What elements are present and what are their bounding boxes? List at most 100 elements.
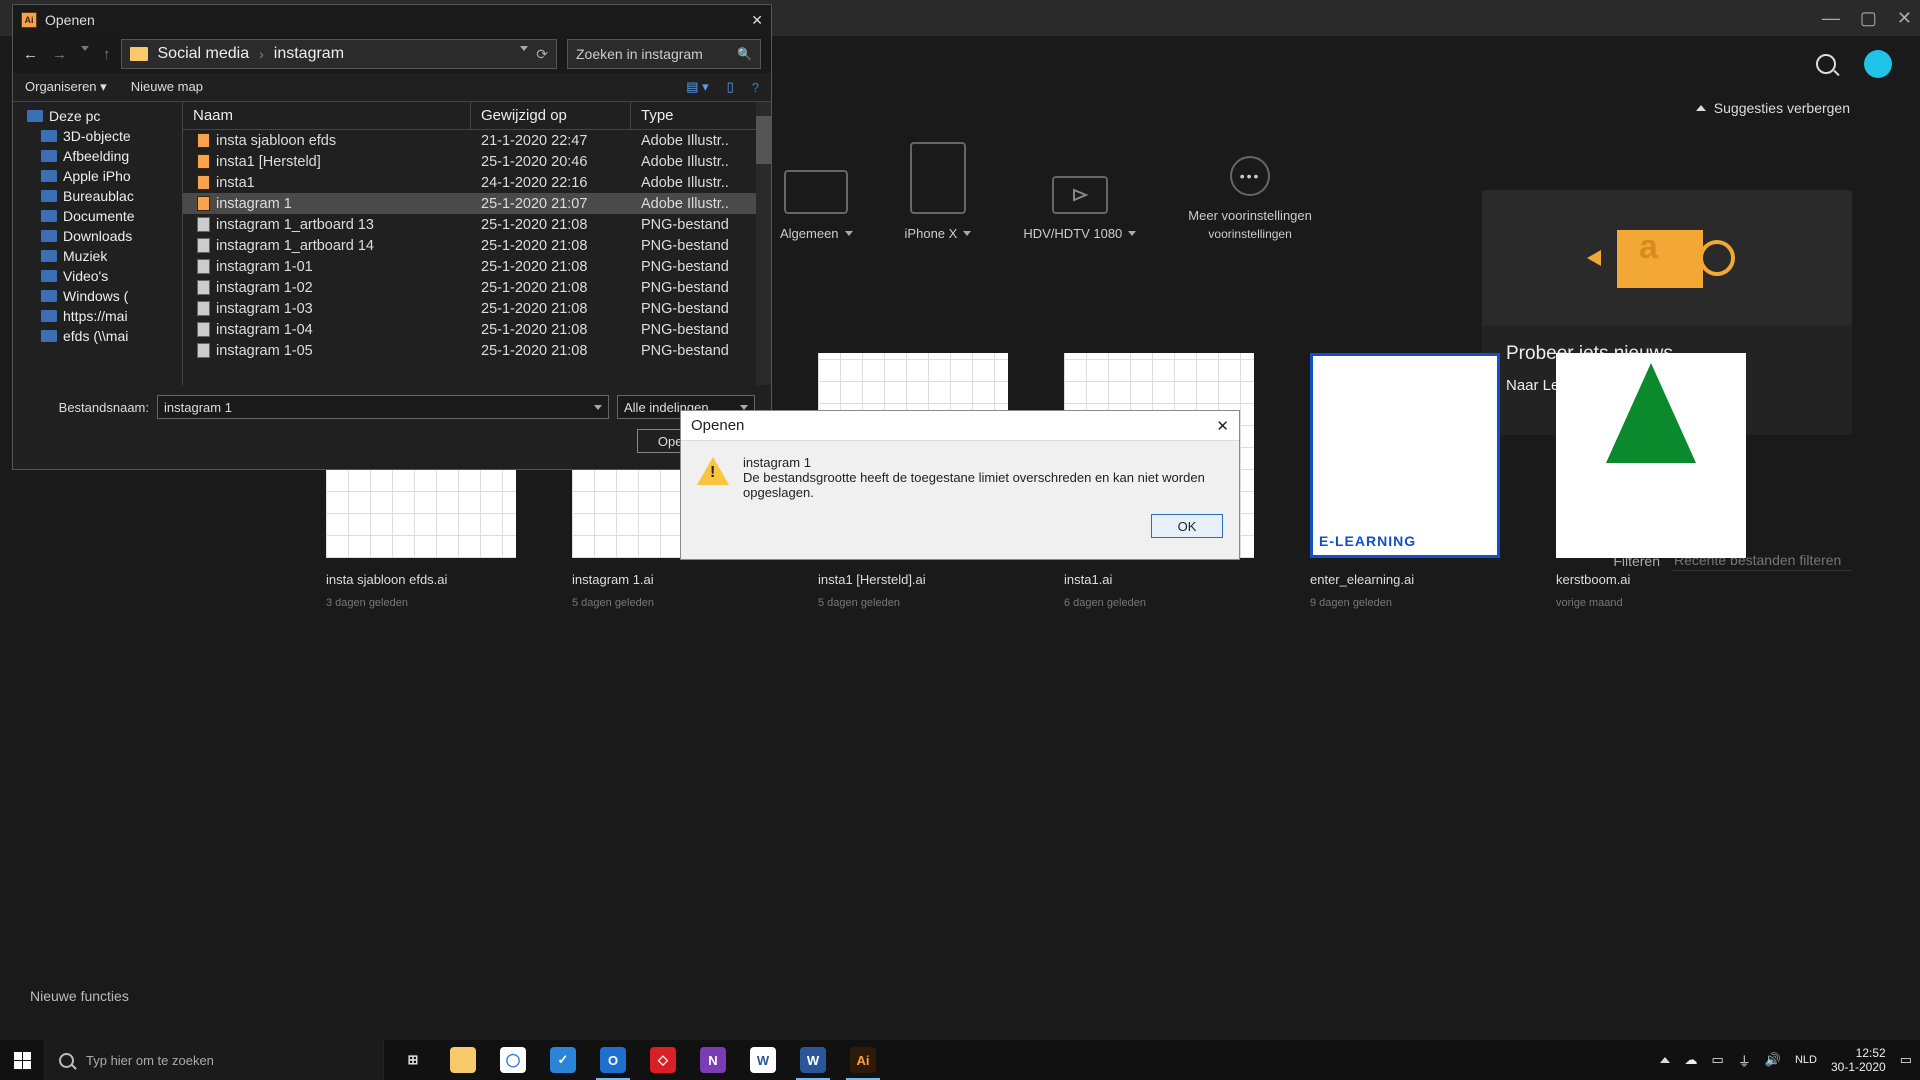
close-button[interactable]: ✕	[1897, 8, 1912, 29]
recent-ago: 5 dagen geleden	[818, 597, 1008, 609]
taskbar-app-task-view[interactable]: ⊞	[390, 1040, 436, 1080]
file-row[interactable]: instagram 125-1-2020 21:07Adobe Illustr.…	[183, 193, 771, 214]
taskbar-app-word[interactable]: W	[790, 1040, 836, 1080]
file-row[interactable]: insta1 [Hersteld]25-1-2020 20:46Adobe Il…	[183, 151, 771, 172]
crumb-0[interactable]: Social media	[158, 45, 250, 63]
preview-pane-toggle[interactable]: ▯	[727, 79, 734, 95]
taskbar-app-explorer[interactable]	[440, 1040, 486, 1080]
start-button[interactable]	[0, 1052, 44, 1069]
tree-icon	[41, 250, 57, 262]
col-name[interactable]: Naam	[183, 102, 471, 129]
file-row[interactable]: insta sjabloon efds21-1-2020 22:47Adobe …	[183, 130, 771, 151]
column-headers: Naam Gewijzigd op Type	[183, 102, 771, 130]
file-icon	[197, 343, 210, 358]
tree-item[interactable]: Muziek	[13, 246, 182, 266]
forward-button[interactable]: →	[52, 46, 67, 63]
tree-item[interactable]: efds (\\mai	[13, 326, 182, 346]
new-folder-button[interactable]: Nieuwe map	[131, 79, 203, 95]
recent-ago: vorige maand	[1556, 597, 1746, 609]
error-body: instagram 1 De bestandsgrootte heeft de …	[681, 441, 1239, 514]
onedrive-icon[interactable]: ☁	[1684, 1052, 1697, 1068]
tree-item[interactable]: Apple iPho	[13, 166, 182, 186]
scrollbar[interactable]	[756, 102, 771, 385]
organise-menu[interactable]: Organiseren ▾	[25, 79, 107, 95]
error-close[interactable]: ✕	[1216, 417, 1229, 435]
tree-icon	[41, 190, 57, 202]
tree-item[interactable]: https://mai	[13, 306, 182, 326]
tree-item[interactable]: Documente	[13, 206, 182, 226]
recent-name: insta sjabloon efds.ai	[326, 572, 516, 587]
avatar[interactable]	[1864, 50, 1892, 78]
filename-input[interactable]: instagram 1	[157, 395, 609, 419]
language-indicator[interactable]: NLD	[1795, 1054, 1817, 1066]
open-dialog-close[interactable]: ✕	[751, 12, 763, 29]
tree-item[interactable]: Afbeelding	[13, 146, 182, 166]
refresh-button[interactable]: ⟳	[536, 46, 548, 63]
recent-item[interactable]: enter_elearning.ai9 dagen geleden	[1310, 353, 1500, 609]
tree-item[interactable]: Bureaublac	[13, 186, 182, 206]
error-ok-button[interactable]: OK	[1151, 514, 1223, 538]
search-icon: 🔍	[737, 47, 752, 61]
file-row[interactable]: instagram 1_artboard 1325-1-2020 21:08PN…	[183, 214, 771, 235]
task-view-icon: ⊞	[400, 1047, 426, 1073]
help-button[interactable]: ?	[752, 80, 759, 95]
taskbar-app-illustrator[interactable]: Ai	[840, 1040, 886, 1080]
breadcrumb[interactable]: Social media › instagram ⟳	[121, 39, 558, 69]
minimize-button[interactable]: —	[1822, 8, 1840, 29]
back-button[interactable]: ←	[23, 46, 38, 63]
taskbar-app-word-web[interactable]: W	[740, 1040, 786, 1080]
view-options[interactable]: ▤ ▾	[686, 79, 708, 95]
new-features-link[interactable]: Nieuwe functies	[30, 988, 129, 1004]
taskbar-app-chrome[interactable]: ◯	[490, 1040, 536, 1080]
tray-overflow[interactable]	[1660, 1057, 1670, 1063]
illustrator-icon: Ai	[850, 1047, 876, 1073]
restore-button[interactable]: ▢	[1860, 8, 1877, 29]
file-row[interactable]: instagram 1-0225-1-2020 21:08PNG-bestand	[183, 277, 771, 298]
taskbar-search[interactable]: Typ hier om te zoeken	[44, 1040, 384, 1080]
history-dropdown[interactable]	[81, 46, 89, 51]
tree-item[interactable]: Deze pc	[13, 106, 182, 126]
wifi-icon[interactable]: ⏚	[1738, 1051, 1751, 1070]
chevron-up-icon	[1696, 105, 1706, 111]
search-placeholder: Zoeken in instagram	[576, 46, 703, 62]
taskbar-app-outlook[interactable]: O	[590, 1040, 636, 1080]
search-icon[interactable]	[1816, 54, 1836, 74]
preset-iphone-x[interactable]: iPhone X	[905, 142, 972, 241]
preset-hdv-hdtv-1080[interactable]: HDV/HDTV 1080	[1023, 176, 1136, 241]
clock[interactable]: 12:52 30-1-2020	[1831, 1046, 1886, 1074]
path-dropdown[interactable]	[520, 46, 528, 51]
file-row[interactable]: instagram 1_artboard 1425-1-2020 21:08PN…	[183, 235, 771, 256]
recent-name: enter_elearning.ai	[1310, 572, 1500, 587]
taskbar-app-onenote[interactable]: N	[690, 1040, 736, 1080]
scrollbar-thumb[interactable]	[756, 116, 771, 164]
dialog-buttons: Openen A	[13, 419, 771, 463]
taskbar-app-creative-cloud[interactable]: ◇	[640, 1040, 686, 1080]
folder-tree[interactable]: Deze pc3D-objecteAfbeeldingApple iPhoBur…	[13, 102, 183, 385]
file-list-body[interactable]: insta sjabloon efds21-1-2020 22:47Adobe …	[183, 130, 771, 385]
file-row[interactable]: instagram 1-0325-1-2020 21:08PNG-bestand	[183, 298, 771, 319]
filename-dropdown-icon	[594, 405, 602, 410]
explorer-icon	[450, 1047, 476, 1073]
file-row[interactable]: instagram 1-0125-1-2020 21:08PNG-bestand	[183, 256, 771, 277]
onenote-icon: N	[700, 1047, 726, 1073]
volume-icon[interactable]: 🔊	[1765, 1052, 1781, 1068]
preset-algemeen[interactable]: Algemeen	[780, 170, 853, 241]
dialog-search[interactable]: Zoeken in instagram 🔍	[567, 39, 761, 69]
file-row[interactable]: instagram 1-0425-1-2020 21:08PNG-bestand	[183, 319, 771, 340]
battery-icon[interactable]: ▭	[1711, 1052, 1723, 1068]
tree-item[interactable]: Video's	[13, 266, 182, 286]
crumb-1[interactable]: instagram	[274, 45, 344, 63]
tree-icon	[41, 130, 57, 142]
tree-item[interactable]: Downloads	[13, 226, 182, 246]
taskbar-app-sticky[interactable]: ✓	[540, 1040, 586, 1080]
up-button[interactable]: ↑	[103, 46, 111, 63]
file-row[interactable]: insta124-1-2020 22:16Adobe Illustr..	[183, 172, 771, 193]
file-row[interactable]: instagram 1-0525-1-2020 21:08PNG-bestand	[183, 340, 771, 361]
tree-item[interactable]: 3D-objecte	[13, 126, 182, 146]
col-modified[interactable]: Gewijzigd op	[471, 102, 631, 129]
action-center[interactable]: ▭	[1900, 1052, 1912, 1068]
tree-item[interactable]: Windows (	[13, 286, 182, 306]
taskbar-search-placeholder: Typ hier om te zoeken	[86, 1053, 214, 1068]
col-type[interactable]: Type	[631, 102, 771, 129]
preset-meer-voorinstellingen[interactable]: •••Meer voorinstellingenvoorinstellingen	[1188, 156, 1312, 241]
